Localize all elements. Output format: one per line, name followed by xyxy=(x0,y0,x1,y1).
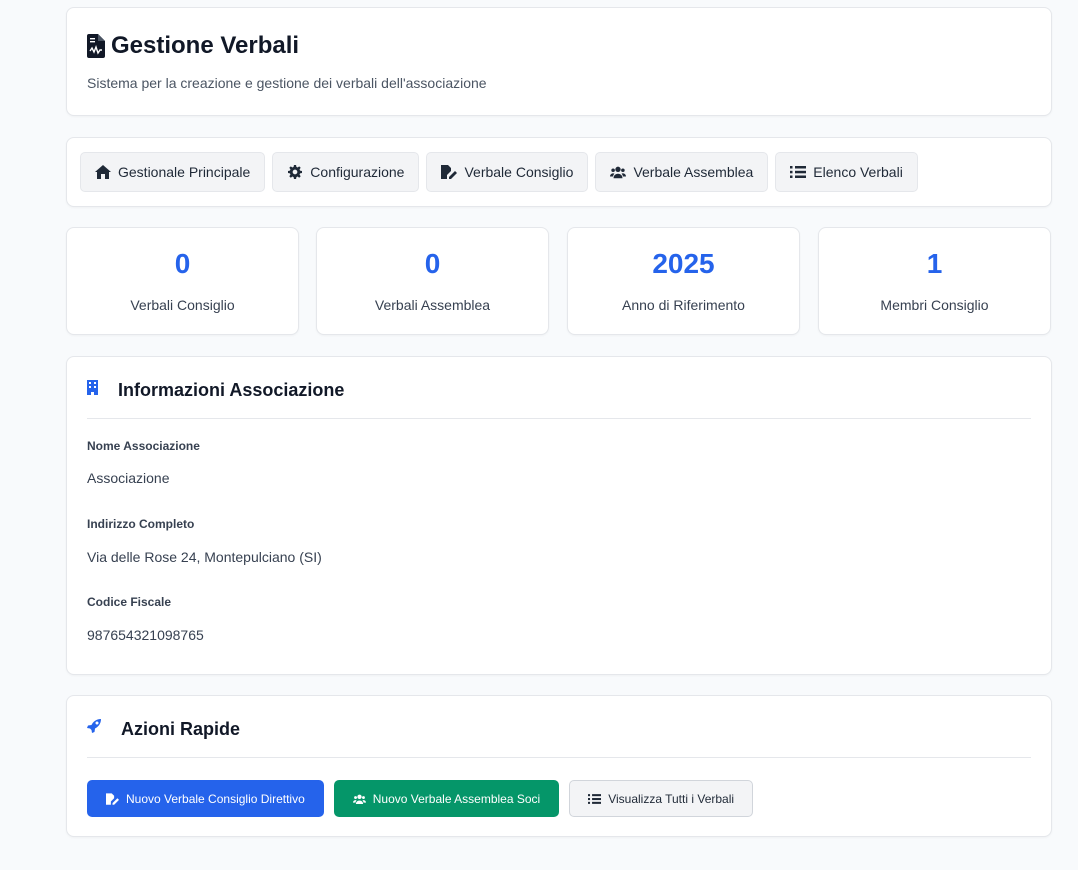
nav-label: Gestionale Principale xyxy=(118,164,251,180)
stat-label: Verbali Assemblea xyxy=(374,297,491,313)
field-value-codice-fiscale: 987654321098765 xyxy=(87,627,204,643)
stat-label: Anno di Riferimento xyxy=(622,297,745,313)
nav-label: Elenco Verbali xyxy=(813,164,903,180)
button-label: Visualizza Tutti i Verbali xyxy=(608,791,735,806)
stat-verbali-assemblea: 0 Verbali Assemblea xyxy=(316,227,549,335)
nav-label: Verbale Consiglio xyxy=(464,164,574,180)
page-title-text: Gestione Verbali xyxy=(111,32,300,59)
stat-value: 1 xyxy=(926,248,943,279)
file-signature-icon xyxy=(441,165,458,179)
field-label-indirizzo: Indirizzo Completo xyxy=(87,517,195,531)
nav-verbale-assemblea-button[interactable]: Verbale Assemblea xyxy=(595,152,769,192)
field-label-nome: Nome Associazione xyxy=(87,439,200,453)
stat-value: 0 xyxy=(174,248,191,279)
section-title: Informazioni Associazione xyxy=(118,380,345,400)
section-header: Azioni Rapide xyxy=(87,718,1031,758)
stat-verbali-consiglio: 0 Verbali Consiglio xyxy=(66,227,299,335)
users-icon xyxy=(610,166,627,179)
stat-label: Membri Consiglio xyxy=(880,297,989,313)
section-header: Informazioni Associazione xyxy=(87,379,1031,419)
azioni-rapide-card: Azioni Rapide Nuovo Verbale Consiglio Di… xyxy=(66,695,1052,837)
building-icon xyxy=(87,380,98,395)
button-label: Nuovo Verbale Assemblea Soci xyxy=(372,791,541,806)
file-document-icon xyxy=(87,34,105,58)
nuovo-verbale-consiglio-button[interactable]: Nuovo Verbale Consiglio Direttivo xyxy=(87,780,324,817)
field-value-nome: Associazione xyxy=(87,470,170,486)
stat-value: 2025 xyxy=(652,248,715,279)
stat-value: 0 xyxy=(424,248,441,279)
file-signature-icon xyxy=(106,792,119,805)
nav-label: Configurazione xyxy=(310,164,405,180)
header-card: Gestione Verbali Sistema per la creazion… xyxy=(66,7,1052,116)
page-title: Gestione Verbali xyxy=(87,32,299,60)
field-label-codice-fiscale: Codice Fiscale xyxy=(87,595,172,609)
section-title: Azioni Rapide xyxy=(121,719,241,739)
home-icon xyxy=(95,165,111,179)
list-icon xyxy=(588,793,602,804)
nav-bar: Gestionale Principale Configurazione Ver… xyxy=(66,137,1052,207)
stat-membri-consiglio: 1 Membri Consiglio xyxy=(818,227,1051,335)
stat-anno-riferimento: 2025 Anno di Riferimento xyxy=(567,227,800,335)
page-subtitle: Sistema per la creazione e gestione dei … xyxy=(87,75,487,91)
info-associazione-card: Informazioni Associazione Nome Associazi… xyxy=(66,356,1052,675)
button-label: Nuovo Verbale Consiglio Direttivo xyxy=(126,791,305,806)
nuovo-verbale-assemblea-button[interactable]: Nuovo Verbale Assemblea Soci xyxy=(333,780,560,817)
nav-label: Verbale Assemblea xyxy=(633,164,754,180)
gear-icon xyxy=(288,165,303,179)
rocket-icon xyxy=(87,719,101,733)
nav-gestionale-principale-button[interactable]: Gestionale Principale xyxy=(80,152,266,192)
users-icon xyxy=(352,794,366,804)
visualizza-verbali-button[interactable]: Visualizza Tutti i Verbali xyxy=(569,780,754,817)
nav-verbale-consiglio-button[interactable]: Verbale Consiglio xyxy=(426,152,589,192)
list-icon xyxy=(790,166,807,178)
stat-label: Verbali Consiglio xyxy=(130,297,235,313)
nav-configurazione-button[interactable]: Configurazione xyxy=(272,152,420,192)
field-value-indirizzo: Via delle Rose 24, Montepulciano (SI) xyxy=(87,549,322,565)
nav-elenco-verbali-button[interactable]: Elenco Verbali xyxy=(775,152,918,192)
